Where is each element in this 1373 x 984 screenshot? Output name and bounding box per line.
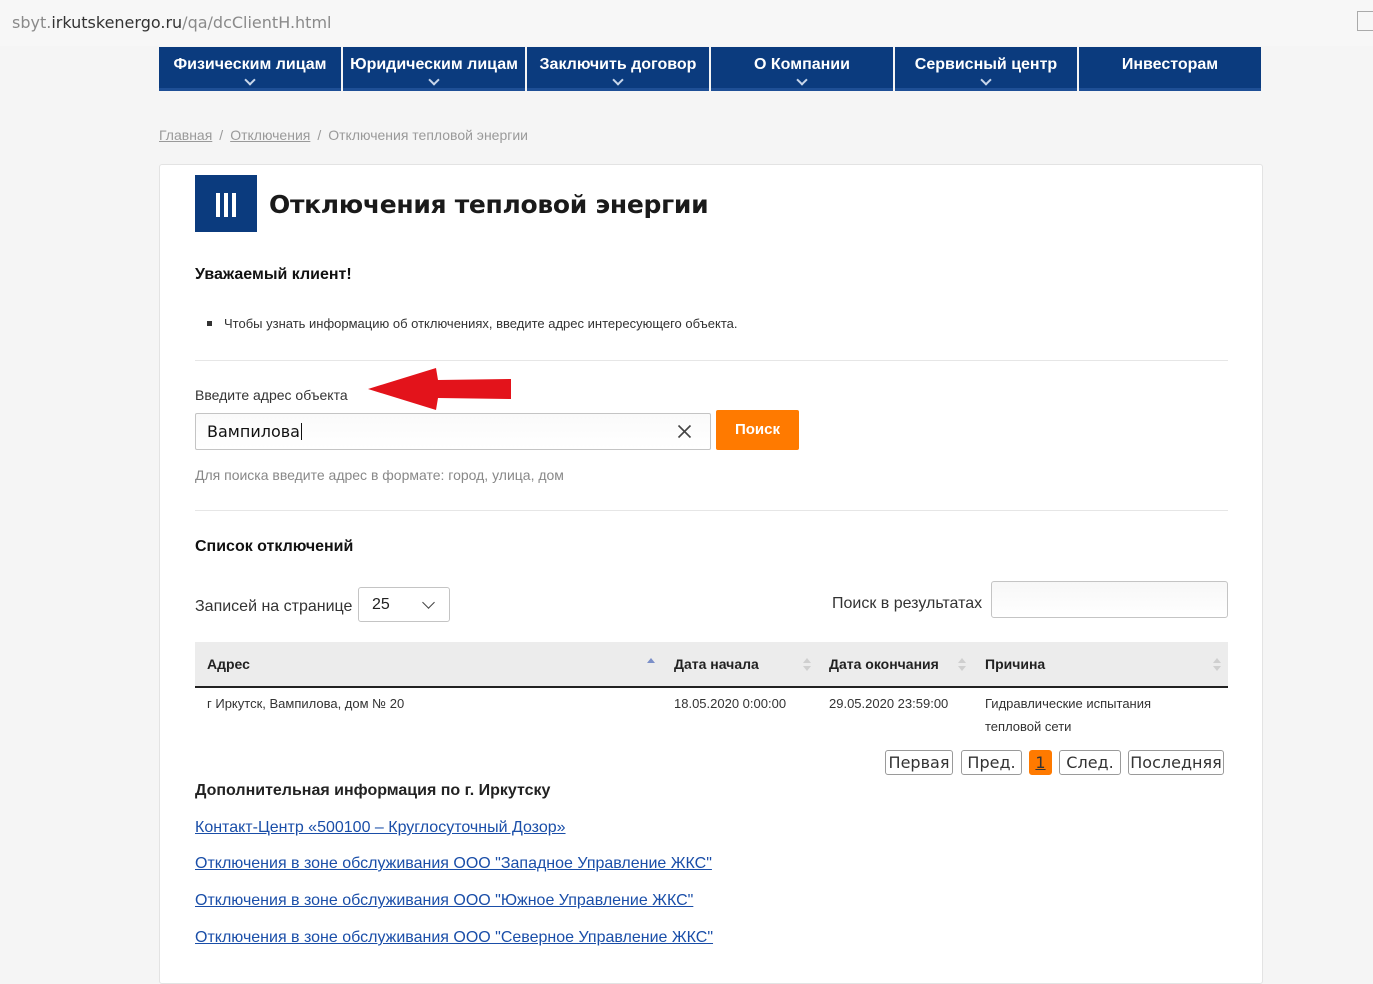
content-card: Отключения тепловой энергии Уважаемый кл… [159,164,1263,984]
nav-item-label: О Компании [754,56,850,73]
pagination-last-button[interactable]: Последняя [1128,750,1224,775]
sort-icon[interactable] [958,658,966,672]
cell-start-date: 18.05.2020 0:00:00 [674,696,787,711]
nav-item-service-center[interactable]: Сервисный центр [895,47,1077,91]
url-path: /qa/dcClientH.html [182,13,332,32]
bullet-icon [207,321,212,326]
chevron-down-icon [428,74,440,86]
clear-icon[interactable] [677,424,692,439]
breadcrumb: Главная / Отключения / Отключения тепловой э… [159,127,528,143]
column-header-address[interactable]: Адрес [207,642,250,686]
per-page-value: 25 [372,596,390,613]
breadcrumb-separator: / [317,127,322,143]
sort-icon[interactable] [803,658,811,672]
sort-asc-icon[interactable] [647,658,655,672]
pagination-prev-button[interactable]: Пред. [961,750,1022,775]
breadcrumb-separator: / [219,127,224,143]
info-text: Чтобы узнать информацию об отключениях, … [224,316,738,331]
nav-item-label: Сервисный центр [914,56,1058,73]
divider [195,510,1228,511]
pagination-first-button[interactable]: Первая [885,750,953,775]
nav-item-investors[interactable]: Инвесторам [1079,47,1261,91]
chevron-down-icon [796,74,808,86]
table-header: Адрес Дата начала Дата окончания Причина [195,642,1228,688]
main-nav: Физическим лицам Юридическим лицам Заклю… [159,47,1263,91]
breadcrumb-current: Отключения тепловой энергии [328,127,529,143]
column-header-end[interactable]: Дата окончания [829,642,939,686]
extra-info-title: Дополнительная информация по г. Иркутску [195,782,551,799]
page-title: Отключения тепловой энергии [269,190,709,219]
nav-item-legal-entities[interactable]: Юридическим лицам [343,47,525,91]
chevron-down-icon [244,74,256,86]
nav-item-contract[interactable]: Заключить договор [527,47,709,91]
nav-item-label: Инвесторам [1121,56,1219,73]
red-arrow-annotation-icon [368,368,511,410]
reader-view-icon[interactable] [1357,11,1373,31]
url-host: irkutskenergo.ru [51,13,183,32]
column-header-reason[interactable]: Причина [985,642,1045,686]
pagination-next-button[interactable]: След. [1059,750,1121,775]
cell-reason: Гидравлические испытания тепловой сети [985,692,1151,738]
link-contact-center[interactable]: Контакт-Центр «500100 – Круглосуточный Д… [195,819,566,837]
cell-address: г Иркутск, Вампилова, дом № 20 [207,696,405,711]
greeting-heading: Уважаемый клиент! [195,266,352,283]
address-input-value: Вампилова [207,422,300,441]
nav-item-about[interactable]: О Компании [711,47,893,91]
sort-icon[interactable] [1213,658,1221,672]
heat-outage-icon [195,175,257,232]
nav-item-label: Юридическим лицам [350,56,518,73]
chevron-down-icon [612,74,624,86]
chevron-down-icon [980,74,992,86]
nav-item-individuals[interactable]: Физическим лицам [159,47,341,91]
breadcrumb-home-link[interactable]: Главная [159,127,212,143]
cell-reason-line: тепловой сети [985,719,1072,734]
per-page-select[interactable]: 25 [358,587,450,622]
chevron-down-icon [422,596,435,609]
text-caret [300,423,302,440]
search-button[interactable]: Поиск [716,410,799,450]
info-list-item: Чтобы узнать информацию об отключениях, … [207,316,737,331]
search-hint: Для поиска введите адрес в формате: горо… [195,467,564,483]
results-filter-input[interactable] [991,581,1228,618]
column-header-start[interactable]: Дата начала [674,642,759,686]
cell-end-date: 29.05.2020 23:59:00 [829,696,949,711]
filter-label: Поиск в результатах [832,595,983,612]
nav-item-label: Физическим лицам [173,56,327,73]
divider [195,360,1228,361]
url-text[interactable]: sbyt.irkutskenergo.ru/qa/dcClientH.html [12,13,331,32]
per-page-label: Записей на странице [195,598,353,615]
link-western-zhks[interactable]: Отключения в зоне обслуживания ООО "Запа… [195,855,712,873]
link-southern-zhks[interactable]: Отключения в зоне обслуживания ООО "Южно… [195,892,693,910]
url-prefix: sbyt. [12,13,52,32]
address-field-label: Введите адрес объекта [195,387,348,403]
browser-address-bar[interactable]: sbyt.irkutskenergo.ru/qa/dcClientH.html [0,0,1373,46]
breadcrumb-section-link[interactable]: Отключения [230,127,310,143]
results-title: Список отключений [195,538,354,555]
pagination-page-1[interactable]: 1 [1029,750,1052,775]
address-search-input[interactable]: Вампилова [195,413,711,450]
nav-item-label: Заключить договор [539,56,697,73]
link-northern-zhks[interactable]: Отключения в зоне обслуживания ООО "Севе… [195,929,713,947]
cell-reason-line: Гидравлические испытания [985,696,1152,711]
